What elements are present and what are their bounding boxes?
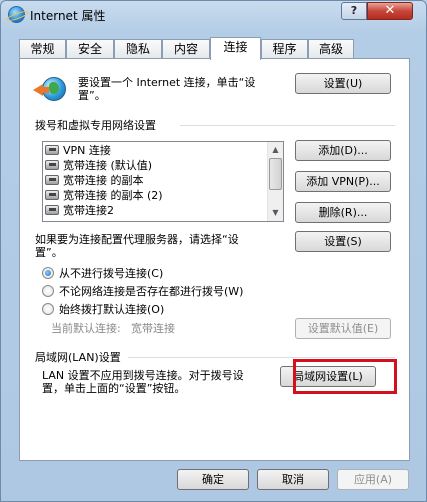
title-bar: Internet 属性 ? ✕ (1, 1, 426, 29)
option-never-dial-label[interactable]: 从不进行拨号连接(C) (59, 267, 163, 280)
dialup-group-title: 拨号和虚拟专用网络设置 (35, 119, 156, 132)
tab-content[interactable]: 内容 (162, 39, 210, 59)
connection-icon (45, 145, 59, 155)
close-button[interactable]: ✕ (367, 2, 413, 20)
connections-panel: 要设置一个 Internet 连接，单击“设 置”。 设置(U) 拨号和虚拟专用… (19, 58, 410, 461)
lan-text-line2: 置，单击上面的“设置”按钮。 (42, 382, 186, 395)
connection-icon (45, 190, 59, 200)
arrow-icon (33, 84, 49, 96)
setup-button[interactable]: 设置(U) (295, 73, 391, 94)
connections-list[interactable]: VPN 连接 宽带连接 (默认值) 宽带连接 的副本 宽带连接 的副本 (2) … (42, 141, 284, 222)
tab-programs[interactable]: 程序 (261, 39, 308, 59)
scroll-down-icon[interactable]: ▼ (268, 205, 283, 221)
tab-security[interactable]: 安全 (66, 39, 114, 59)
proxy-text-line2: 置”。 (35, 246, 63, 259)
scroll-up-icon[interactable]: ▲ (268, 142, 283, 158)
list-scrollbar[interactable]: ▲ ▼ (267, 142, 283, 221)
connection-icon (45, 175, 59, 185)
set-default-button[interactable]: 设置默认值(E) (295, 318, 391, 339)
option-always-dial-label[interactable]: 始终拨打默认连接(O) (59, 303, 164, 316)
list-item[interactable]: 宽带连接 (默认值) (45, 159, 152, 172)
internet-properties-window: Internet 属性 ? ✕ 常规 安全 隐私 内容 连接 程序 高级 要设置… (0, 0, 427, 502)
list-item[interactable]: 宽带连接2 (45, 204, 114, 217)
radio-always-dial-default[interactable] (42, 303, 54, 315)
help-button[interactable]: ? (341, 2, 367, 20)
list-item[interactable]: VPN 连接 (45, 144, 111, 157)
setup-text-line2: 置”。 (78, 89, 106, 102)
list-item[interactable]: 宽带连接 的副本 (2) (45, 189, 163, 202)
ok-button[interactable]: 确定 (177, 469, 249, 490)
tab-general[interactable]: 常规 (19, 39, 66, 59)
scroll-thumb[interactable] (269, 158, 282, 190)
group-divider (128, 357, 395, 358)
apply-button[interactable]: 应用(A) (337, 469, 409, 490)
add-button[interactable]: 添加(D)... (295, 140, 391, 161)
connection-icon (45, 160, 59, 170)
current-default-label: 当前默认连接: (51, 322, 121, 335)
radio-never-dial[interactable] (42, 267, 54, 279)
delete-button[interactable]: 删除(R)... (295, 202, 391, 223)
list-item[interactable]: 宽带连接 的副本 (45, 174, 144, 187)
connection-icon (45, 205, 59, 215)
option-dial-whenever-label[interactable]: 不论网络连接是否存在都进行拨号(W) (59, 285, 243, 298)
tab-advanced[interactable]: 高级 (308, 39, 354, 59)
setup-text-line1: 要设置一个 Internet 连接，单击“设 (78, 76, 256, 89)
current-default-value: 宽带连接 (131, 322, 175, 335)
dialup-settings-button[interactable]: 设置(S) (295, 231, 391, 252)
window-title: Internet 属性 (30, 9, 106, 23)
lan-group-title: 局域网(LAN)设置 (35, 351, 121, 364)
add-vpn-button[interactable]: 添加 VPN(P)... (295, 171, 391, 192)
cancel-button[interactable]: 取消 (257, 469, 329, 490)
group-divider (180, 125, 395, 126)
tab-connections[interactable]: 连接 (210, 37, 261, 60)
internet-globe-icon (8, 6, 25, 23)
highlight-box (293, 359, 397, 394)
tab-privacy[interactable]: 隐私 (114, 39, 162, 59)
lan-text-line1: LAN 设置不应用到拨号连接。对于拨号设 (42, 369, 244, 382)
radio-dial-whenever[interactable] (42, 285, 54, 297)
proxy-text-line1: 如果要为连接配置代理服务器，请选择“设 (35, 233, 239, 246)
